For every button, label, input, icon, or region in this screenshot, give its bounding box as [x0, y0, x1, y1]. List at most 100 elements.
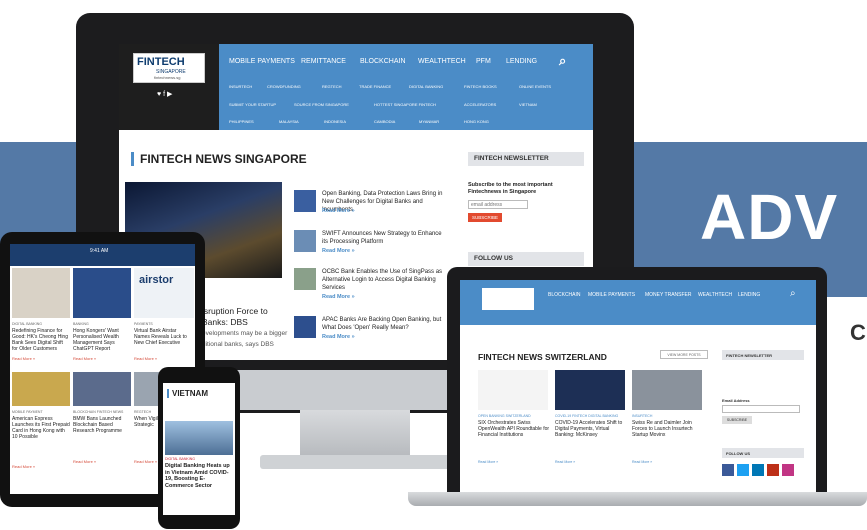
- social-icons[interactable]: ♥ f ▶: [157, 90, 172, 98]
- youtube-icon[interactable]: [767, 464, 779, 476]
- card-image[interactable]: [632, 370, 702, 410]
- view-more-button[interactable]: VIEW MORE POSTS: [660, 350, 708, 359]
- subnav-item[interactable]: CROWDFUNDING: [267, 84, 301, 89]
- read-more-link[interactable]: Read More »: [478, 460, 498, 464]
- article-title[interactable]: SWIFT Announces New Strategy to Enhance …: [322, 230, 447, 246]
- subnav-item[interactable]: MYANMAR: [419, 119, 439, 124]
- article-title[interactable]: OCBC Bank Enables the Use of SingPass as…: [322, 268, 447, 292]
- instagram-icon[interactable]: [782, 464, 794, 476]
- banner-side-char: C: [850, 320, 866, 345]
- read-more-link[interactable]: Read More »: [322, 208, 355, 214]
- subnav-item[interactable]: HONG KONG: [464, 119, 489, 124]
- hero-caption-line: isruption Force to: [202, 306, 268, 316]
- read-more-link[interactable]: Read More »: [134, 459, 157, 464]
- nav-item[interactable]: WEALTHTECH: [418, 58, 466, 65]
- article-thumbnail: [294, 268, 316, 290]
- subnav-item[interactable]: REGTECH: [322, 84, 342, 89]
- subnav-item[interactable]: FINTECH BOOKS: [464, 84, 497, 89]
- nav-item[interactable]: MOBILE PAYMENTS: [229, 58, 295, 65]
- linkedin-icon[interactable]: [752, 464, 764, 476]
- article-thumbnail: [294, 230, 316, 252]
- card-category: COVID-19 FINTECH DIGITAL BANKING: [555, 414, 619, 418]
- subnav-item[interactable]: MALAYSIA: [279, 119, 299, 124]
- tablet-thumb[interactable]: [12, 372, 70, 406]
- card-title[interactable]: SIX Orchestrates Swiss OpenWealth API Ro…: [478, 420, 550, 438]
- email-field[interactable]: [722, 405, 800, 413]
- tablet-thumb[interactable]: [73, 372, 131, 406]
- hero-caption-line: ditional banks, says DBS: [202, 341, 274, 348]
- subnav-item[interactable]: HOTTEST SINGAPORE FINTECH: [374, 102, 436, 107]
- monitor-nav-bar: MOBILE PAYMENTS REMITTANCE BLOCKCHAIN WE…: [219, 44, 593, 130]
- read-more-link[interactable]: Read More »: [12, 464, 35, 469]
- nav-item[interactable]: BLOCKCHAIN: [360, 58, 406, 65]
- follow-heading: FOLLOW US: [722, 448, 804, 458]
- subnav-item[interactable]: CAMBODIA: [374, 119, 395, 124]
- phone-headline[interactable]: Digital Banking Heats up in Vietnam Amid…: [165, 463, 233, 489]
- read-more-link[interactable]: Read More »: [134, 356, 157, 361]
- subnav-item[interactable]: INSURTECH: [229, 84, 252, 89]
- nav-item[interactable]: WEALTHTECH: [698, 292, 732, 298]
- laptop-nav-bar: BLOCKCHAIN MOBILE PAYMENTS MONEY TRANSFE…: [460, 280, 816, 325]
- hero-caption-line: Banks: DBS: [202, 317, 248, 327]
- read-more-link[interactable]: Read More »: [322, 294, 355, 300]
- tablet-title[interactable]: American Express Launches its First Prep…: [12, 416, 70, 440]
- section-title: FINTECH NEWS SWITZERLAND: [478, 352, 607, 362]
- subnav-item[interactable]: SOURCE FROM SINGAPORE: [294, 102, 349, 107]
- nav-item[interactable]: MOBILE PAYMENTS: [588, 292, 635, 298]
- read-more-link[interactable]: Read More »: [555, 460, 575, 464]
- card-image[interactable]: [478, 370, 548, 410]
- card-title[interactable]: COVID-19 Accelerates Shift to Digital Pa…: [555, 420, 627, 438]
- newsletter-text: Subscribe to the most important Fintechn…: [468, 182, 553, 195]
- tablet-thumb[interactable]: [73, 268, 131, 318]
- tablet-time: 9:41 AM: [90, 248, 109, 254]
- search-icon[interactable]: ⌕: [790, 288, 796, 299]
- subnav-item[interactable]: ACCELERATORS: [464, 102, 496, 107]
- subnav-item[interactable]: PHILIPPINES: [229, 119, 254, 124]
- read-more-link[interactable]: Read More »: [322, 248, 355, 254]
- phone-hero-image[interactable]: [165, 421, 233, 455]
- subnav-item[interactable]: VIETNAM: [519, 102, 537, 107]
- twitter-icon[interactable]: [737, 464, 749, 476]
- site-logo[interactable]: FINTECH SINGAPORE fintechnews.sg: [133, 53, 205, 83]
- nav-item[interactable]: LENDING: [738, 292, 760, 298]
- hero-caption-line: evelopments may be a bigger: [202, 330, 288, 337]
- subnav-item[interactable]: INDONESIA: [324, 119, 346, 124]
- search-icon[interactable]: ⌕: [559, 53, 566, 69]
- subnav-item[interactable]: TRADE FINANCE: [359, 84, 391, 89]
- tablet-thumb[interactable]: [12, 268, 70, 318]
- subnav-item[interactable]: DIGITAL BANKING: [409, 84, 443, 89]
- card-image[interactable]: [555, 370, 625, 410]
- nav-item[interactable]: BLOCKCHAIN: [548, 292, 581, 298]
- tablet-title[interactable]: Redefining Finance for Good: HK's Cheong…: [12, 328, 70, 352]
- tablet-category: DIGITAL BANKING: [12, 322, 42, 326]
- tablet-category: BLOCKCHAIN FINTECH NEWS: [73, 410, 124, 414]
- subscribe-button[interactable]: SUBSCRIBE: [722, 416, 752, 424]
- tablet-title[interactable]: Hong Kongers' Want Personalised Wealth M…: [73, 328, 131, 352]
- hero-caption[interactable]: isruption Force to Banks: DBS evelopment…: [202, 306, 287, 350]
- monitor-base: [260, 455, 450, 469]
- tablet-title[interactable]: Virtual Bank Airstar Names Reveals Luck …: [134, 328, 192, 346]
- read-more-link[interactable]: Read More »: [73, 459, 96, 464]
- subnav-item[interactable]: SUBMIT YOUR STARTUP: [229, 102, 276, 107]
- tablet-title[interactable]: BMW Bans Launched Blockchain Based Resea…: [73, 416, 131, 434]
- card-title[interactable]: Swiss Re and Daimler Join Forces to Laun…: [632, 420, 704, 438]
- read-more-link[interactable]: Read More »: [73, 356, 96, 361]
- email-field[interactable]: [468, 200, 528, 209]
- subnav-item[interactable]: ONLINE EVENTS: [519, 84, 551, 89]
- tablet-category: PAYMENTS: [134, 322, 153, 326]
- facebook-icon[interactable]: [722, 464, 734, 476]
- tablet-category: MOBILE PAYMENT: [12, 410, 43, 414]
- subscribe-button[interactable]: SUBSCRIBE: [468, 213, 502, 222]
- nav-item[interactable]: MONEY TRANSFER: [645, 292, 692, 298]
- nav-item[interactable]: LENDING: [506, 58, 537, 65]
- tablet-thumb[interactable]: airstor: [134, 268, 194, 318]
- laptop-screen: BLOCKCHAIN MOBILE PAYMENTS MONEY TRANSFE…: [460, 280, 816, 492]
- nav-item[interactable]: REMITTANCE: [301, 58, 346, 65]
- read-more-link[interactable]: Read More »: [632, 460, 652, 464]
- read-more-link[interactable]: Read More »: [12, 356, 35, 361]
- article-title[interactable]: APAC Banks Are Backing Open Banking, but…: [322, 316, 447, 332]
- laptop-logo[interactable]: [482, 288, 534, 310]
- tablet-topbar: 9:41 AM: [10, 244, 195, 266]
- nav-item[interactable]: PFM: [476, 58, 491, 65]
- read-more-link[interactable]: Read More »: [322, 334, 355, 340]
